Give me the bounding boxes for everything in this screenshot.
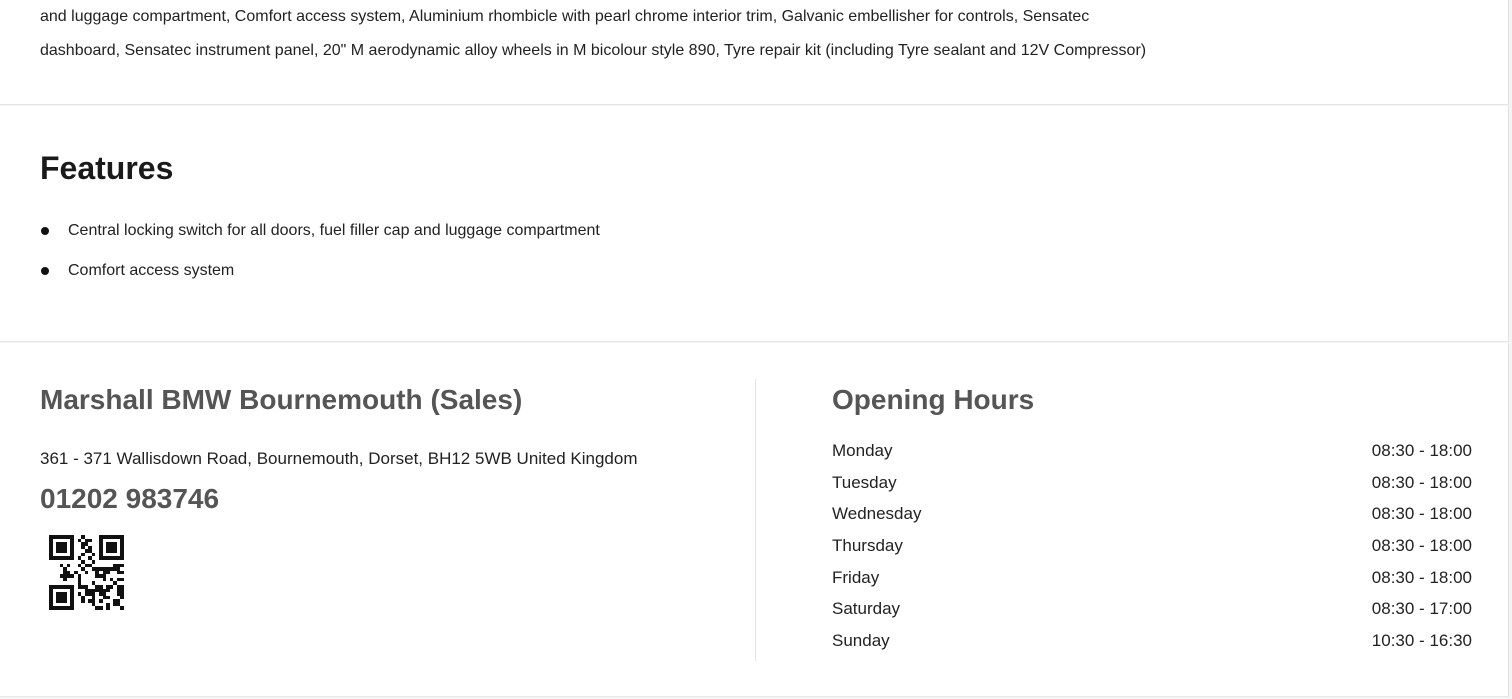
hours-time: 08:30 - 18:00 <box>1371 536 1472 556</box>
dealer-address: 361 - 371 Wallisdown Road, Bournemouth, … <box>40 449 638 468</box>
qr-code-icon <box>49 535 124 610</box>
bullet-icon <box>41 267 49 275</box>
feature-label: Comfort access system <box>68 262 235 279</box>
hours-row: Wednesday 08:30 - 18:00 <box>832 503 1472 535</box>
hours-time: 08:30 - 18:00 <box>1371 441 1472 460</box>
hours-day: Sunday <box>832 631 890 651</box>
feature-item: Central locking switch for all doors, fu… <box>40 221 600 241</box>
specification-text: and luggage compartment, Comfort access … <box>40 0 1480 68</box>
hours-time: 08:30 - 18:00 <box>1371 472 1472 492</box>
hours-day: Saturday <box>832 599 901 619</box>
hours-day: Tuesday <box>832 472 897 492</box>
feature-item: Comfort access system <box>40 261 600 281</box>
specification-line: and luggage compartment, Comfort access … <box>40 8 1090 25</box>
features-title: Features <box>40 150 174 186</box>
feature-label: Central locking switch for all doors, fu… <box>68 222 600 239</box>
specification-line: dashboard, Sensatec instrument panel, 20… <box>40 42 1147 59</box>
hours-row: Tuesday 08:30 - 18:00 <box>832 472 1472 504</box>
dealer-panel: Marshall BMW Bournemouth (Sales) 361 - 3… <box>0 343 1509 697</box>
hours-time: 10:30 - 16:30 <box>1371 631 1472 651</box>
hours-row: Sunday 10:30 - 16:30 <box>832 630 1472 662</box>
hours-row: Monday 08:30 - 18:00 <box>832 440 1472 472</box>
dealer-phone-link[interactable]: 01202 983746 <box>40 482 219 516</box>
hours-time: 08:30 - 18:00 <box>1371 567 1472 587</box>
hours-day: Monday <box>832 441 893 460</box>
hours-row: Thursday 08:30 - 18:00 <box>832 535 1472 567</box>
hours-row: Saturday 08:30 - 17:00 <box>832 598 1472 630</box>
opening-hours-table: Monday 08:30 - 18:00 Tuesday 08:30 - 18:… <box>832 440 1472 662</box>
hours-time: 08:30 - 17:00 <box>1371 599 1472 619</box>
opening-hours-title: Opening Hours <box>832 384 1035 415</box>
hours-time: 08:30 - 18:00 <box>1371 504 1472 524</box>
hours-row: Friday 08:30 - 18:00 <box>832 567 1472 599</box>
specification-panel: and luggage compartment, Comfort access … <box>0 0 1509 105</box>
hours-day: Friday <box>832 567 880 587</box>
page: and luggage compartment, Comfort access … <box>0 0 1512 699</box>
features-panel: Features Central locking switch for all … <box>0 106 1509 342</box>
hours-day: Wednesday <box>832 504 922 524</box>
bullet-icon <box>41 227 49 235</box>
features-list: Central locking switch for all doors, fu… <box>40 221 600 301</box>
hours-day: Thursday <box>832 536 903 556</box>
column-divider <box>755 379 756 661</box>
dealer-name: Marshall BMW Bournemouth (Sales) <box>40 384 523 415</box>
